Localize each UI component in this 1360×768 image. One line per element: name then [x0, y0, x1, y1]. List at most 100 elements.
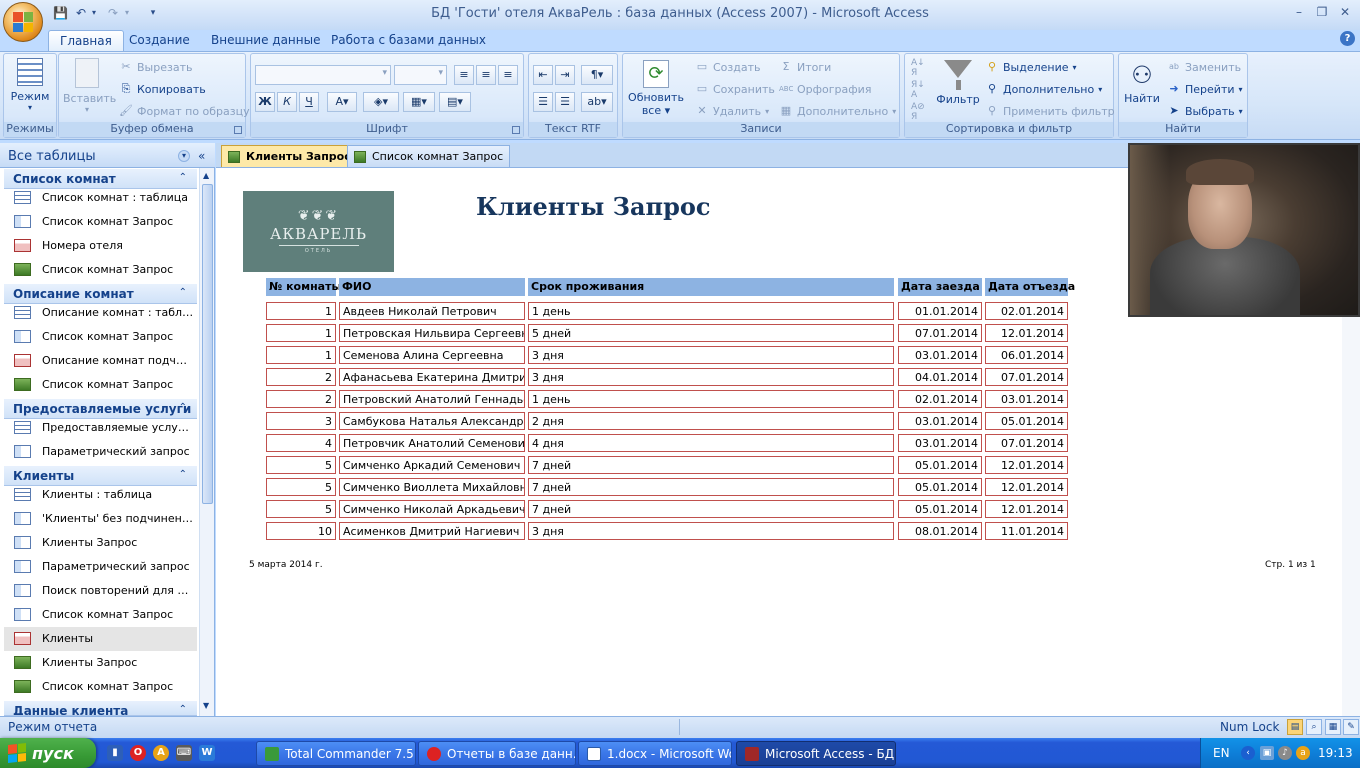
keyboard-icon[interactable]: ⌨: [176, 745, 192, 761]
avast-icon[interactable]: A: [153, 745, 169, 761]
bullets-icon[interactable]: ☰: [555, 92, 575, 112]
nav-item[interactable]: Номера отеля: [4, 234, 197, 258]
bold-icon[interactable]: Ж: [255, 92, 275, 112]
font-launcher-icon[interactable]: [512, 126, 520, 134]
nav-item[interactable]: Клиенты: [4, 627, 197, 651]
restore-button[interactable]: ❐: [1311, 5, 1333, 21]
office-button[interactable]: [3, 2, 43, 42]
sort-descending-icon[interactable]: Я↓ А: [911, 80, 925, 100]
start-button[interactable]: пуск: [0, 738, 96, 768]
nav-item[interactable]: 'Клиенты' без подчиненных: [4, 507, 197, 531]
scroll-thumb[interactable]: [202, 184, 213, 504]
nav-item[interactable]: Список комнат Запрос: [4, 373, 197, 397]
task-total-commander[interactable]: Total Commander 7.5...: [256, 741, 416, 766]
task-word[interactable]: 1.docx - Microsoft Word: [578, 741, 732, 766]
layout-view-icon[interactable]: ▦: [1325, 719, 1341, 735]
align-center-icon[interactable]: ≡: [476, 65, 496, 85]
task-opera[interactable]: Отчеты в базе данн...: [418, 741, 576, 766]
numbering-icon[interactable]: ☰: [533, 92, 553, 112]
paste-button[interactable]: Вставить ▾: [63, 58, 116, 114]
nav-item[interactable]: Список комнат Запрос: [4, 675, 197, 699]
desktop-icon[interactable]: ▮: [107, 745, 123, 761]
tab-home[interactable]: Главная: [48, 30, 124, 52]
sort-ascending-icon[interactable]: А↓ Я: [911, 58, 925, 78]
paragraph-direction-icon[interactable]: ¶▾: [581, 65, 613, 85]
nav-item[interactable]: Список комнат Запрос: [4, 258, 197, 282]
nav-item[interactable]: Параметрический запрос: [4, 555, 197, 579]
nav-item[interactable]: Поиск повторений для Клиенты: [4, 579, 197, 603]
tab-external-data[interactable]: Внешние данные: [200, 30, 331, 52]
language-indicator[interactable]: EN: [1213, 746, 1230, 760]
nav-item[interactable]: Предоставляемые услуги : таблица: [4, 416, 197, 440]
nav-item[interactable]: Клиенты Запрос: [4, 531, 197, 555]
network-icon[interactable]: ▣: [1260, 746, 1274, 760]
advanced-filter-button[interactable]: ⚲ Дополнительно ▾: [985, 82, 1102, 96]
view-button[interactable]: Режим ▾: [10, 58, 50, 112]
nav-menu-dropdown-icon[interactable]: ▾: [178, 150, 190, 162]
save-record-button[interactable]: ▭ Сохранить: [695, 82, 775, 96]
nav-title[interactable]: Все таблицы: [8, 149, 96, 164]
delete-record-button[interactable]: ✕ Удалить ▾: [695, 104, 769, 118]
design-view-icon[interactable]: ✎: [1343, 719, 1359, 735]
tray-arrow-icon[interactable]: ‹: [1241, 746, 1255, 760]
underline-icon[interactable]: Ч: [299, 92, 319, 112]
spelling-button[interactable]: ABC Орфография: [779, 82, 871, 96]
font-size-combo[interactable]: [394, 65, 447, 85]
align-left-icon[interactable]: ≡: [454, 65, 474, 85]
gridlines-icon[interactable]: ▦▾: [403, 92, 435, 112]
goto-button[interactable]: ➜ Перейти ▾: [1167, 82, 1242, 96]
nav-item[interactable]: Клиенты Запрос: [4, 651, 197, 675]
tab-database-tools[interactable]: Работа с базами данных: [320, 30, 497, 52]
nav-collapse-icon[interactable]: «: [198, 149, 205, 163]
filter-button[interactable]: Фильтр: [935, 60, 981, 106]
print-preview-icon[interactable]: ⌕: [1306, 719, 1322, 735]
nav-item[interactable]: Описание комнат подчиненная форма: [4, 349, 197, 373]
fill-color-icon[interactable]: ◈▾: [363, 92, 399, 112]
format-painter-button[interactable]: 🖌 Формат по образцу: [119, 104, 250, 118]
font-name-combo[interactable]: [255, 65, 391, 85]
avast-tray-icon[interactable]: a: [1296, 746, 1310, 760]
nav-item[interactable]: Список комнат : таблица: [4, 186, 197, 210]
new-record-button[interactable]: ▭ Создать: [695, 60, 761, 74]
find-button[interactable]: ⚇ Найти: [1121, 60, 1163, 105]
increase-indent-icon[interactable]: ⇥: [555, 65, 575, 85]
alternate-fill-icon[interactable]: ▤▾: [439, 92, 471, 112]
decrease-indent-icon[interactable]: ⇤: [533, 65, 553, 85]
more-records-button[interactable]: ▦ Дополнительно ▾: [779, 104, 896, 118]
volume-icon[interactable]: ♪: [1278, 746, 1292, 760]
align-right-icon[interactable]: ≡: [498, 65, 518, 85]
task-access[interactable]: Microsoft Access - БД...: [736, 741, 896, 766]
scroll-up-icon[interactable]: ▲: [203, 171, 209, 180]
nav-item[interactable]: Клиенты : таблица: [4, 483, 197, 507]
doc-tab-rooms-query[interactable]: Список комнат Запрос: [347, 145, 511, 167]
italic-icon[interactable]: К: [277, 92, 297, 112]
copy-button[interactable]: ⎘ Копировать: [119, 82, 206, 96]
clipboard-launcher-icon[interactable]: [234, 126, 242, 134]
clear-sort-icon[interactable]: А⊘ Я: [911, 102, 925, 122]
report-view-icon[interactable]: ▤: [1287, 719, 1303, 735]
nav-scrollbar[interactable]: ▲ ▼: [199, 168, 214, 716]
cut-button[interactable]: ✂ Вырезать: [119, 60, 192, 74]
nav-item[interactable]: Описание комнат : таблица: [4, 301, 197, 325]
close-button[interactable]: ✕: [1334, 5, 1356, 21]
refresh-all-button[interactable]: ⟳ Обновить все ▾: [625, 60, 687, 117]
nav-item[interactable]: Список комнат Запрос: [4, 603, 197, 627]
totals-button[interactable]: Σ Итоги: [779, 60, 832, 74]
nav-item[interactable]: Список комнат Запрос: [4, 325, 197, 349]
nav-item[interactable]: Параметрический запрос: [4, 440, 197, 464]
word-quicklaunch-icon[interactable]: W: [199, 745, 215, 761]
help-icon[interactable]: ?: [1340, 31, 1355, 46]
scroll-down-icon[interactable]: ▼: [203, 701, 209, 710]
opera-icon[interactable]: O: [130, 745, 146, 761]
apply-filter-button[interactable]: ⚲ Применить фильтр: [985, 104, 1115, 118]
font-color-icon[interactable]: A▾: [327, 92, 357, 112]
minimize-button[interactable]: –: [1288, 5, 1310, 21]
selection-button[interactable]: ⚲ Выделение ▾: [985, 60, 1077, 74]
replace-button[interactable]: ab Заменить: [1167, 60, 1241, 74]
tab-create[interactable]: Создание: [118, 30, 201, 52]
highlight-icon[interactable]: ab▾: [581, 92, 613, 112]
nav-group-client-data[interactable]: Данные клиента ⌃: [4, 701, 197, 716]
doc-tab-clients-query[interactable]: Клиенты Запрос: [221, 145, 358, 167]
nav-item[interactable]: Список комнат Запрос: [4, 210, 197, 234]
select-button[interactable]: ➤ Выбрать ▾: [1167, 104, 1242, 118]
